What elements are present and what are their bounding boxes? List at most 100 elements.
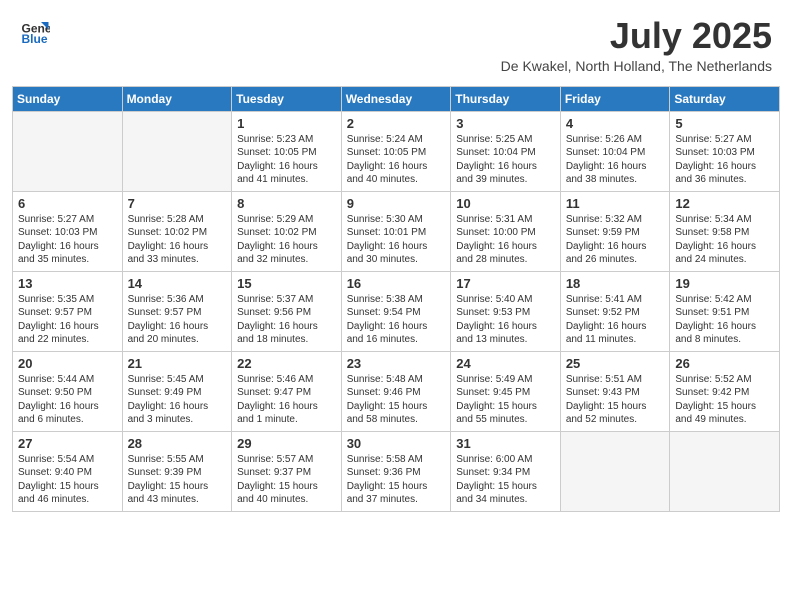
calendar-cell: 4Sunrise: 5:26 AM Sunset: 10:04 PM Dayli…: [560, 111, 670, 191]
day-info: Sunrise: 5:41 AM Sunset: 9:52 PM Dayligh…: [566, 293, 665, 347]
day-number: 5: [675, 116, 774, 131]
calendar-cell: 6 Sunrise: 5:27 AM Sunset: 10:03 PM Dayli…: [13, 191, 123, 271]
day-info: Sunrise: 5:46 AM Sunset: 9:47 PM Dayligh…: [237, 373, 336, 427]
day-number: 12: [675, 196, 774, 211]
calendar-cell: 28 Sunrise: 5:55 AM Sunset: 9:39 PM Dayli…: [122, 431, 232, 511]
calendar-cell: 17 Sunrise: 5:40 AM Sunset: 9:53 PM Dayli…: [451, 271, 561, 351]
svg-text:Blue: Blue: [22, 32, 48, 46]
calendar-cell: [670, 431, 780, 511]
calendar-cell: 21Sunrise: 5:45 AM Sunset: 9:49 PM Dayli…: [122, 351, 232, 431]
day-number: 6: [18, 196, 117, 211]
calendar-cell: 22 Sunrise: 5:46 AM Sunset: 9:47 PM Dayli…: [232, 351, 342, 431]
day-info: Sunrise: 5:55 AM Sunset: 9:39 PM Dayligh…: [128, 453, 227, 507]
day-of-week-header: Thursday: [451, 86, 561, 111]
calendar-cell: 12Sunrise: 5:34 AM Sunset: 9:58 PM Dayli…: [670, 191, 780, 271]
day-info: Sunrise: 5:30 AM Sunset: 10:01 PM Daylig…: [347, 213, 446, 267]
day-info: Sunrise: 5:58 AM Sunset: 9:36 PM Dayligh…: [347, 453, 446, 507]
day-number: 30: [347, 436, 446, 451]
day-of-week-header: Sunday: [13, 86, 123, 111]
calendar-header-row: SundayMondayTuesdayWednesdayThursdayFrid…: [13, 86, 780, 111]
day-number: 16: [347, 276, 446, 291]
day-info: Sunrise: 5:38 AM Sunset: 9:54 PM Dayligh…: [347, 293, 446, 347]
day-info: Sunrise: 5:37 AM Sunset: 9:56 PM Dayligh…: [237, 293, 336, 347]
page-header: General Blue July 2025 De Kwakel, North …: [0, 0, 792, 78]
day-info: Sunrise: 5:31 AM Sunset: 10:00 PM Daylig…: [456, 213, 555, 267]
day-number: 7: [128, 196, 227, 211]
day-number: 15: [237, 276, 336, 291]
day-number: 8: [237, 196, 336, 211]
day-info: Sunrise: 5:25 AM Sunset: 10:04 PM Daylig…: [456, 133, 555, 187]
day-number: 17: [456, 276, 555, 291]
logo-icon: General Blue: [20, 16, 50, 46]
calendar-cell: [122, 111, 232, 191]
calendar-cell: [560, 431, 670, 511]
logo: General Blue: [20, 16, 50, 46]
calendar-cell: 2Sunrise: 5:24 AM Sunset: 10:05 PM Dayli…: [341, 111, 451, 191]
calendar-cell: 14Sunrise: 5:36 AM Sunset: 9:57 PM Dayli…: [122, 271, 232, 351]
calendar-cell: 9Sunrise: 5:30 AM Sunset: 10:01 PM Dayli…: [341, 191, 451, 271]
day-number: 27: [18, 436, 117, 451]
day-info: Sunrise: 5:51 AM Sunset: 9:43 PM Dayligh…: [566, 373, 665, 427]
calendar-cell: 29 Sunrise: 5:57 AM Sunset: 9:37 PM Dayli…: [232, 431, 342, 511]
calendar-cell: 27Sunrise: 5:54 AM Sunset: 9:40 PM Dayli…: [13, 431, 123, 511]
day-info: Sunrise: 5:48 AM Sunset: 9:46 PM Dayligh…: [347, 373, 446, 427]
day-of-week-header: Tuesday: [232, 86, 342, 111]
day-info: Sunrise: 5:35 AM Sunset: 9:57 PM Dayligh…: [18, 293, 117, 347]
day-info: Sunrise: 5:49 AM Sunset: 9:45 PM Dayligh…: [456, 373, 555, 427]
day-number: 14: [128, 276, 227, 291]
day-info: Sunrise: 5:44 AM Sunset: 9:50 PM Dayligh…: [18, 373, 117, 427]
day-number: 3: [456, 116, 555, 131]
day-info: Sunrise: 5:24 AM Sunset: 10:05 PM Daylig…: [347, 133, 446, 187]
day-info: Sunrise: 5:28 AM Sunset: 10:02 PM Daylig…: [128, 213, 227, 267]
calendar-cell: [13, 111, 123, 191]
day-info: Sunrise: 5:29 AM Sunset: 10:02 PM Daylig…: [237, 213, 336, 267]
day-number: 31: [456, 436, 555, 451]
calendar-cell: 7 Sunrise: 5:28 AM Sunset: 10:02 PM Dayli…: [122, 191, 232, 271]
calendar-cell: 10 Sunrise: 5:31 AM Sunset: 10:00 PM Dayl…: [451, 191, 561, 271]
calendar-cell: 3 Sunrise: 5:25 AM Sunset: 10:04 PM Dayli…: [451, 111, 561, 191]
calendar-week-row: 20Sunrise: 5:44 AM Sunset: 9:50 PM Dayli…: [13, 351, 780, 431]
day-of-week-header: Friday: [560, 86, 670, 111]
day-info: Sunrise: 5:23 AM Sunset: 10:05 PM Daylig…: [237, 133, 336, 187]
day-number: 22: [237, 356, 336, 371]
day-info: Sunrise: 5:40 AM Sunset: 9:53 PM Dayligh…: [456, 293, 555, 347]
day-number: 28: [128, 436, 227, 451]
day-number: 1: [237, 116, 336, 131]
day-of-week-header: Saturday: [670, 86, 780, 111]
calendar-cell: 8 Sunrise: 5:29 AM Sunset: 10:02 PM Dayli…: [232, 191, 342, 271]
day-info: Sunrise: 5:26 AM Sunset: 10:04 PM Daylig…: [566, 133, 665, 187]
day-info: Sunrise: 5:42 AM Sunset: 9:51 PM Dayligh…: [675, 293, 774, 347]
day-number: 19: [675, 276, 774, 291]
calendar-cell: 25 Sunrise: 5:51 AM Sunset: 9:43 PM Dayli…: [560, 351, 670, 431]
day-number: 10: [456, 196, 555, 211]
day-info: Sunrise: 5:27 AM Sunset: 10:03 PM Daylig…: [18, 213, 117, 267]
day-number: 29: [237, 436, 336, 451]
day-number: 24: [456, 356, 555, 371]
calendar-cell: 1 Sunrise: 5:23 AM Sunset: 10:05 PM Dayli…: [232, 111, 342, 191]
calendar-cell: 19 Sunrise: 5:42 AM Sunset: 9:51 PM Dayli…: [670, 271, 780, 351]
location: De Kwakel, North Holland, The Netherland…: [501, 58, 772, 74]
day-number: 11: [566, 196, 665, 211]
day-info: Sunrise: 5:27 AM Sunset: 10:03 PM Daylig…: [675, 133, 774, 187]
calendar-cell: 5 Sunrise: 5:27 AM Sunset: 10:03 PM Dayli…: [670, 111, 780, 191]
calendar-body: 1 Sunrise: 5:23 AM Sunset: 10:05 PM Dayli…: [13, 111, 780, 511]
calendar-cell: 26Sunrise: 5:52 AM Sunset: 9:42 PM Dayli…: [670, 351, 780, 431]
day-info: Sunrise: 5:32 AM Sunset: 9:59 PM Dayligh…: [566, 213, 665, 267]
day-info: Sunrise: 5:57 AM Sunset: 9:37 PM Dayligh…: [237, 453, 336, 507]
day-info: Sunrise: 6:00 AM Sunset: 9:34 PM Dayligh…: [456, 453, 555, 507]
day-number: 21: [128, 356, 227, 371]
month-title: July 2025: [501, 16, 772, 56]
calendar-cell: 20Sunrise: 5:44 AM Sunset: 9:50 PM Dayli…: [13, 351, 123, 431]
calendar-cell: 13Sunrise: 5:35 AM Sunset: 9:57 PM Dayli…: [13, 271, 123, 351]
calendar-cell: 23Sunrise: 5:48 AM Sunset: 9:46 PM Dayli…: [341, 351, 451, 431]
calendar-cell: 30 Sunrise: 5:58 AM Sunset: 9:36 PM Dayli…: [341, 431, 451, 511]
calendar-cell: 18Sunrise: 5:41 AM Sunset: 9:52 PM Dayli…: [560, 271, 670, 351]
calendar-week-row: 1 Sunrise: 5:23 AM Sunset: 10:05 PM Dayli…: [13, 111, 780, 191]
calendar-table: SundayMondayTuesdayWednesdayThursdayFrid…: [12, 86, 780, 512]
calendar-cell: 11 Sunrise: 5:32 AM Sunset: 9:59 PM Dayli…: [560, 191, 670, 271]
calendar-cell: 24 Sunrise: 5:49 AM Sunset: 9:45 PM Dayli…: [451, 351, 561, 431]
calendar-cell: 15 Sunrise: 5:37 AM Sunset: 9:56 PM Dayli…: [232, 271, 342, 351]
day-number: 25: [566, 356, 665, 371]
calendar-cell: 31 Sunrise: 6:00 AM Sunset: 9:34 PM Dayli…: [451, 431, 561, 511]
day-of-week-header: Wednesday: [341, 86, 451, 111]
